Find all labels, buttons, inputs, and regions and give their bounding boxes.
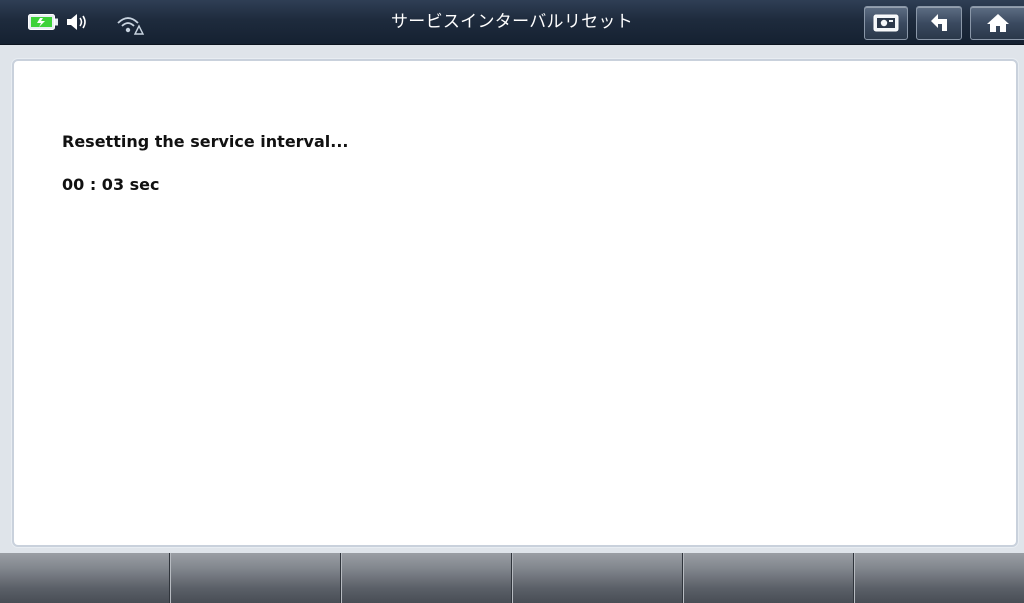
screenshot-button[interactable]: [864, 6, 908, 40]
home-icon: [987, 14, 1009, 32]
function-key-4[interactable]: [512, 553, 683, 603]
content-frame: Resetting the service interval... 00 : 0…: [0, 45, 1024, 553]
back-arrow-icon: [931, 14, 947, 31]
message-panel: Resetting the service interval... 00 : 0…: [12, 59, 1018, 547]
function-key-1[interactable]: [0, 553, 170, 603]
top-bar: サービスインターバルリセット: [0, 0, 1024, 45]
function-key-bar: [0, 553, 1024, 603]
back-button[interactable]: [916, 6, 962, 40]
wifi-icon: [117, 17, 145, 35]
elapsed-timer: 00 : 03 sec: [62, 175, 160, 194]
page-title: サービスインターバルリセット: [390, 12, 634, 32]
battery-icon: [28, 14, 58, 30]
screenshot-icon: [873, 14, 899, 32]
status-message: Resetting the service interval...: [62, 132, 349, 151]
function-key-6[interactable]: [854, 553, 1024, 603]
speaker-icon: [67, 14, 86, 30]
function-key-3[interactable]: [341, 553, 512, 603]
function-key-5[interactable]: [683, 553, 854, 603]
function-key-2[interactable]: [170, 553, 341, 603]
home-button[interactable]: [970, 6, 1024, 40]
